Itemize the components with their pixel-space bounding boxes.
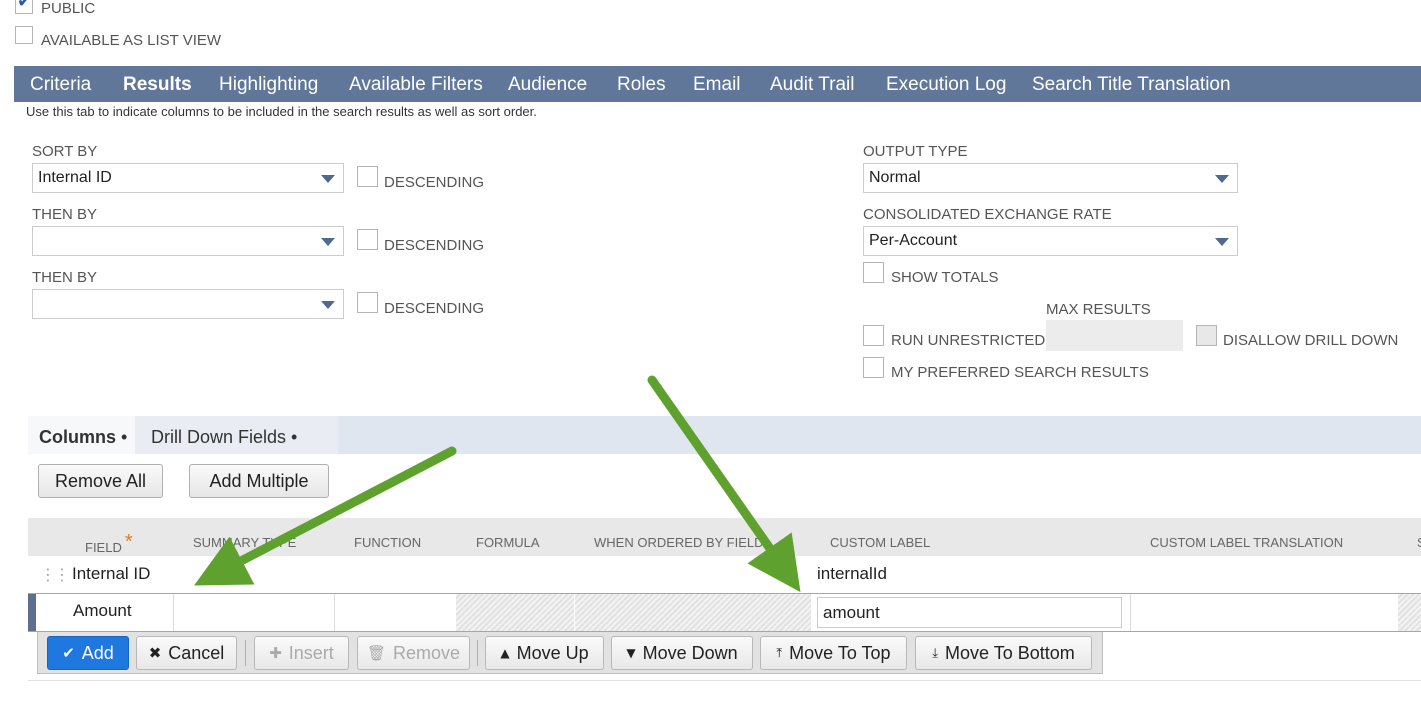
annotation-arrow-field [194,446,457,586]
annotation-arrows [194,375,801,593]
annotation-arrow-custom-label [647,375,801,593]
